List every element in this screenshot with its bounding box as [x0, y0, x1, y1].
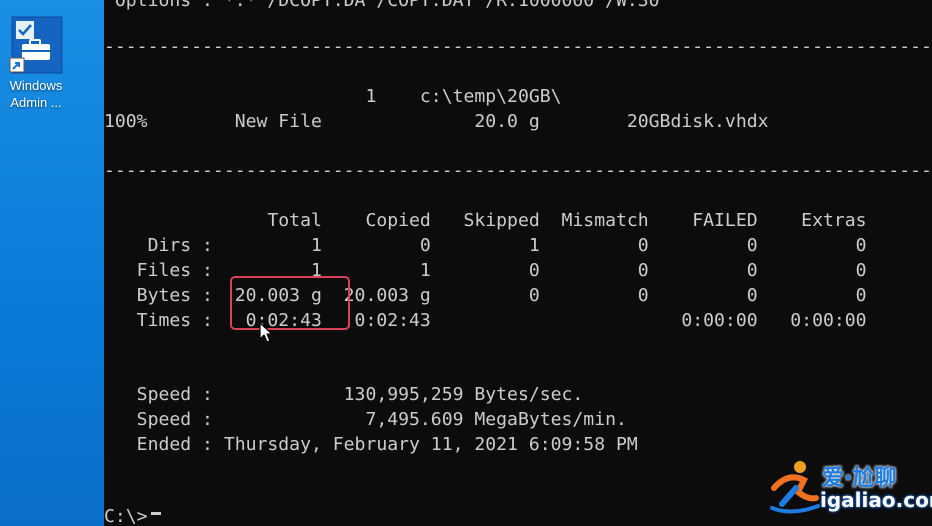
summary-row-times: Times : 0:02:43 0:02:43 0:00:00 0:00:00	[104, 310, 867, 331]
separator-line: ----------------------------------------…	[104, 160, 932, 181]
separator-line: ----------------------------------------…	[104, 36, 932, 57]
robocopy-options-line: Options : *.* /DCOPY:DA /COPY:DAT /R:100…	[104, 0, 660, 11]
summary-row-files: Files : 1 1 0 0 0 0	[104, 260, 867, 281]
command-prompt[interactable]: C:\>	[104, 504, 148, 526]
directory-line: 1 c:\temp\20GB\	[104, 86, 562, 107]
ended-timestamp-line: Ended : Thursday, February 11, 2021 6:09…	[104, 434, 638, 455]
console-window[interactable]: Options : *.* /DCOPY:DA /COPY:DAT /R:100…	[104, 0, 932, 526]
summary-row-dirs: Dirs : 1 0 1 0 0 0	[104, 235, 867, 256]
highlight-annotation-box	[230, 276, 350, 330]
summary-table-header: Total Copied Skipped Mismatch FAILED Ext…	[104, 210, 867, 231]
watermark-url: igaliao.com	[820, 488, 932, 512]
desktop-shortcut-windows-admin-center[interactable]: Windows Admin ...	[2, 14, 70, 111]
mouse-pointer-icon	[259, 322, 275, 349]
speed-megabytes-line: Speed : 7,495.609 MegaBytes/min.	[104, 409, 627, 430]
windows-admin-center-icon	[8, 14, 64, 76]
watermark-logo: 爱·尬聊 igaliao.com	[768, 458, 932, 518]
text-caret	[151, 512, 161, 515]
summary-row-bytes: Bytes : 20.003 g 20.003 g 0 0 0 0	[104, 285, 867, 306]
file-progress-line: 100% New File 20.0 g 20GBdisk.vhdx	[104, 111, 769, 132]
runner-logo-icon	[770, 461, 820, 514]
desktop-shortcut-label: Windows Admin ...	[9, 78, 63, 110]
desktop-background: Windows Admin ...	[0, 0, 104, 526]
speed-bytes-line: Speed : 130,995,259 Bytes/sec.	[104, 384, 584, 405]
